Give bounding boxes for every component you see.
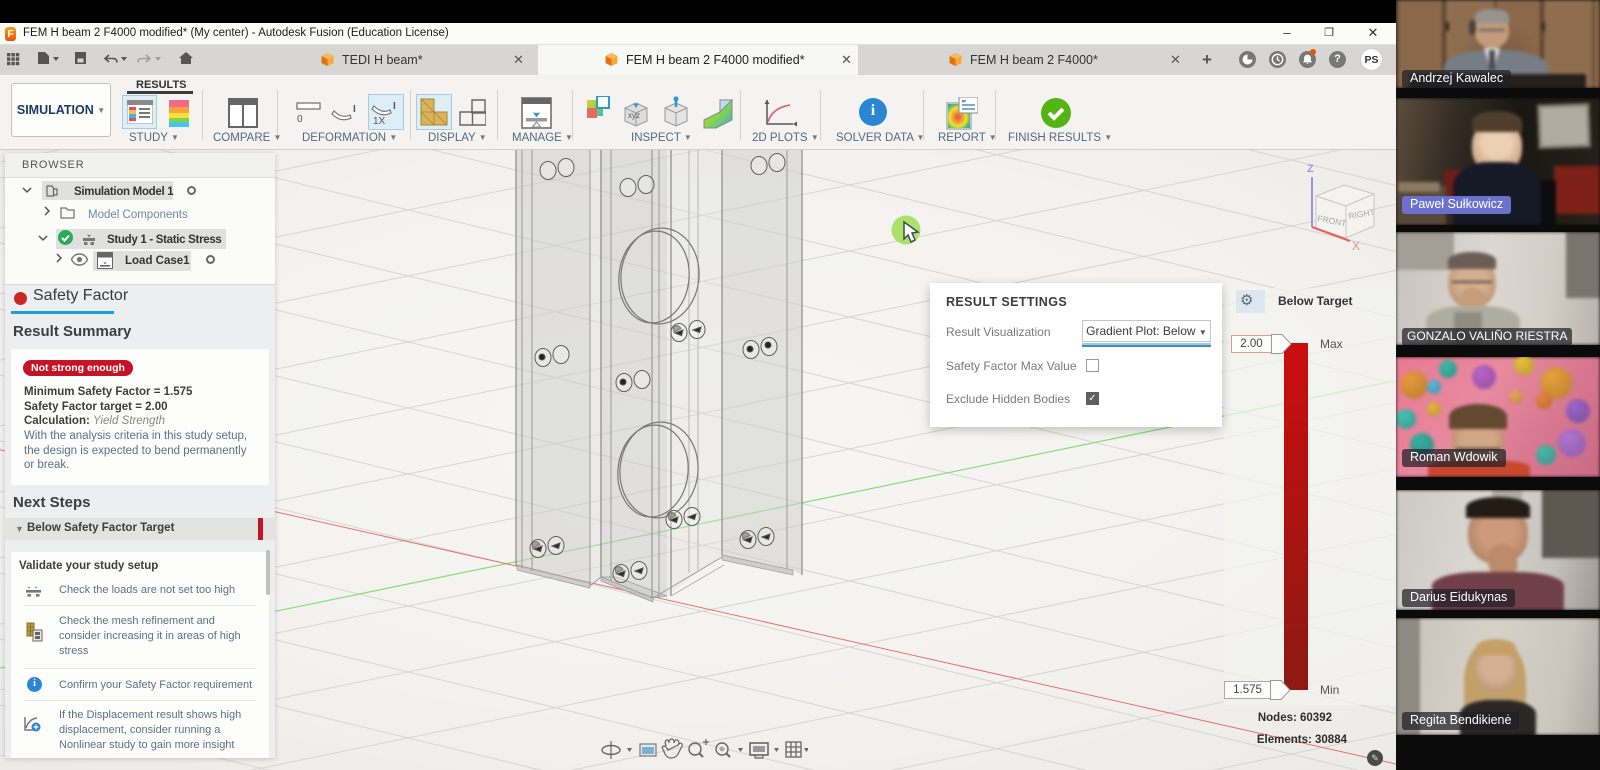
svg-text:I: I bbox=[393, 101, 396, 112]
svg-text:0: 0 bbox=[297, 114, 303, 125]
svg-text:X: X bbox=[1352, 239, 1360, 253]
svg-text:xyz: xyz bbox=[628, 111, 640, 120]
svg-text:1X: 1X bbox=[373, 116, 386, 127]
svg-text:I: I bbox=[353, 104, 356, 115]
svg-text:Z: Z bbox=[1307, 163, 1314, 175]
